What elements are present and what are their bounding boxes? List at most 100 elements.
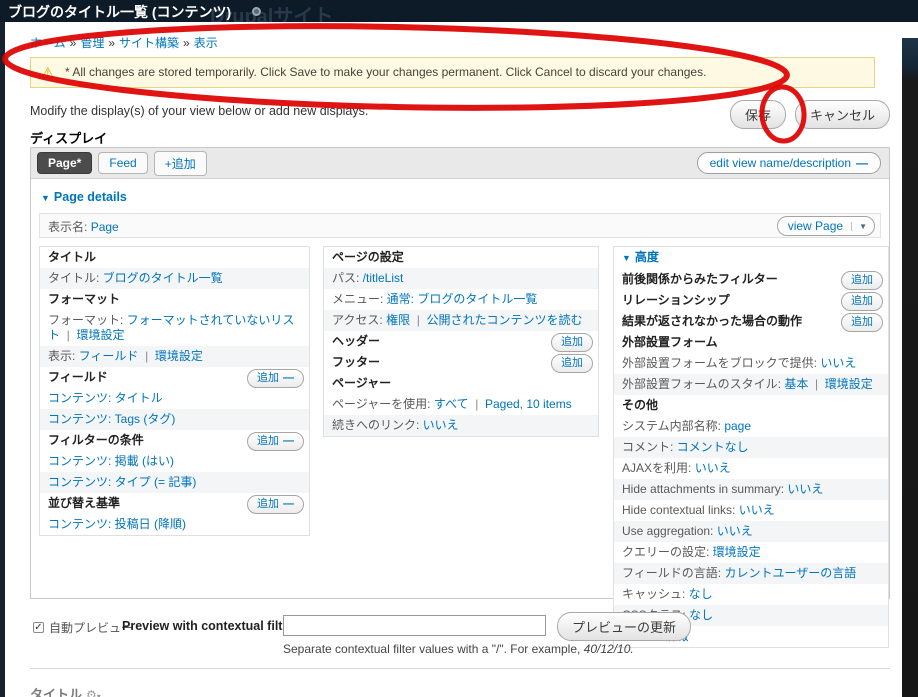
breadcrumb: ホーム»管理»サイト構築»表示 xyxy=(30,34,218,51)
views-row: クエリーの設定: 環境設定 xyxy=(614,542,888,563)
advanced-toggle[interactable]: ▼高度 xyxy=(614,247,888,269)
setting-link[interactable]: いいえ xyxy=(423,418,459,432)
setting-label: コメント: xyxy=(622,440,677,454)
gear-icon[interactable]: ⚙ xyxy=(86,688,97,697)
page-details-toggle[interactable]: ▼Page details xyxy=(41,190,127,204)
setting-label: フォーマット: xyxy=(48,313,127,327)
chevron-down-icon[interactable]: ▼ xyxy=(851,222,874,231)
section-title: 並び替え基準 xyxy=(48,496,120,510)
setting-link[interactable]: コンテンツ: タイトル xyxy=(48,391,163,405)
views-row: 続きへのリンク: いいえ xyxy=(324,415,598,436)
contextual-filters-label: Preview with contextual filters: xyxy=(122,619,305,633)
setting-link[interactable]: 環境設定 xyxy=(155,349,203,363)
setting-label: Hide attachments in summary: xyxy=(622,482,787,496)
section-title: その他 xyxy=(622,398,658,412)
views-row: フィールド 追加— xyxy=(40,367,309,388)
setting-link[interactable]: /titleList xyxy=(363,271,404,285)
setting-link[interactable]: 権限 xyxy=(386,313,410,327)
section-title: フィルターの条件 xyxy=(48,433,144,447)
setting-link[interactable]: カレントユーザーの言語 xyxy=(724,566,856,580)
setting-link[interactable]: いいえ xyxy=(739,503,775,517)
display-name-value-link[interactable]: Page xyxy=(91,220,119,234)
view-page-label: view Page xyxy=(788,219,843,233)
setting-label: メニュー: xyxy=(332,292,387,306)
setting-link[interactable]: なし xyxy=(689,608,713,622)
views-row: 表示: フィールド | 環境設定 xyxy=(40,346,309,367)
add-button[interactable]: 追加— xyxy=(247,495,304,514)
views-row: システム内部名称: page xyxy=(614,416,888,437)
help-example: 40/12/10. xyxy=(584,642,634,656)
add-button[interactable]: 追加 xyxy=(841,271,883,290)
contextual-filters-help: Separate contextual filter values with a… xyxy=(283,642,634,656)
setting-link[interactable]: 公開されたコンテンツを読む xyxy=(427,313,583,327)
setting-link[interactable]: ブログのタイトル一覧 xyxy=(103,271,223,285)
update-preview-button[interactable]: プレビューの更新 xyxy=(557,612,691,641)
setting-link[interactable]: コンテンツ: 掲載 (はい) xyxy=(48,454,174,468)
breadcrumb-link[interactable]: 管理 xyxy=(80,36,104,50)
chevron-down-icon[interactable]: ▾ xyxy=(97,692,101,697)
view-page-button[interactable]: view Page ▼ xyxy=(777,216,875,236)
setting-link[interactable]: いいえ xyxy=(820,356,856,370)
setting-link[interactable]: Paged, 10 items xyxy=(485,397,572,411)
dropdown-dash-icon: — xyxy=(283,372,294,384)
setting-link[interactable]: 環境設定 xyxy=(825,377,873,391)
setting-label: Use aggregation: xyxy=(622,524,717,538)
setting-link[interactable]: コメントなし xyxy=(677,440,749,454)
setting-link[interactable]: 通常: ブログのタイトル一覧 xyxy=(387,292,538,306)
setting-link[interactable]: いいえ xyxy=(787,482,823,496)
add-button[interactable]: 追加 xyxy=(841,313,883,332)
section-title: ページャー xyxy=(332,376,391,390)
setting-link[interactable]: 基本 xyxy=(784,377,808,391)
setting-link[interactable]: コンテンツ: Tags (タグ) xyxy=(48,412,175,426)
dropdown-dash-icon: — xyxy=(856,156,868,170)
help-text: Separate contextual filter values with a… xyxy=(283,642,584,656)
breadcrumb-separator: » xyxy=(108,36,115,50)
cancel-button[interactable]: キャンセル xyxy=(795,100,890,129)
display-tab-feed[interactable]: Feed xyxy=(98,152,147,174)
edit-view-name-button[interactable]: edit view name/description— xyxy=(697,152,881,174)
views-row: Hide contextual links: いいえ xyxy=(614,500,888,521)
setting-link[interactable]: すべて xyxy=(434,397,469,411)
setting-link[interactable]: page xyxy=(724,419,751,433)
contextual-filters-input[interactable] xyxy=(283,615,546,636)
section-title: ページの設定 xyxy=(332,250,404,264)
setting-label: 外部設置フォームをブロックで提供: xyxy=(622,356,820,370)
views-row: AJAXを利用: いいえ xyxy=(614,458,888,479)
setting-link[interactable]: コンテンツ: タイプ (= 記事) xyxy=(48,475,196,489)
breadcrumb-link[interactable]: 表示 xyxy=(194,36,218,50)
setting-link[interactable]: いいえ xyxy=(717,524,753,538)
display-tab-page[interactable]: Page* xyxy=(37,152,92,174)
setting-label: Hide contextual links: xyxy=(622,503,739,517)
breadcrumb-link[interactable]: ホーム xyxy=(30,36,66,50)
section-title: 結果が返されなかった場合の動作 xyxy=(622,314,802,328)
views-row: その他 xyxy=(614,395,888,416)
settings-columns: タイトルタイトル: ブログのタイトル一覧フォーマットフォーマット: フォーマット… xyxy=(31,246,889,598)
setting-link[interactable]: コンテンツ: 投稿日 (降順) xyxy=(48,517,186,531)
add-button[interactable]: 追加— xyxy=(247,432,304,451)
breadcrumb-link[interactable]: サイト構築 xyxy=(119,36,179,50)
setting-link[interactable]: 環境設定 xyxy=(76,328,124,342)
setting-link[interactable]: いいえ xyxy=(695,461,731,475)
setting-label: キャッシュ: xyxy=(622,587,689,601)
section-title: フィールド xyxy=(48,370,108,384)
setting-label: 続きへのリンク: xyxy=(332,418,423,432)
views-row: フォーマット: フォーマットされていないリスト | 環境設定 xyxy=(40,310,309,346)
save-button[interactable]: 保存 xyxy=(730,100,786,129)
setting-link[interactable]: なし xyxy=(689,587,713,601)
auto-preview-checkbox[interactable]: ✓ xyxy=(33,622,44,633)
add-button[interactable]: 追加 xyxy=(841,292,883,311)
setting-link[interactable]: 環境設定 xyxy=(713,545,761,559)
views-row: 前後関係からみたフィルター追加 xyxy=(614,269,888,290)
separator: | xyxy=(410,313,426,327)
views-row: フッター追加 xyxy=(324,352,598,373)
auto-preview-toggle[interactable]: ✓ 自動プレビュー xyxy=(33,619,133,636)
admin-toolbar: Drupalサイト ブログのタイトル一覧 (コンテンツ) xyxy=(0,0,918,22)
contextual-gear-icon[interactable] xyxy=(252,7,261,16)
separator: | xyxy=(469,397,485,411)
add-button[interactable]: 追加 xyxy=(551,333,593,352)
setting-label: パス: xyxy=(332,271,363,285)
setting-link[interactable]: フィールド xyxy=(79,349,139,363)
add-button[interactable]: 追加 xyxy=(551,354,593,373)
display-tab-[interactable]: +追加 xyxy=(154,151,207,176)
add-button[interactable]: 追加— xyxy=(247,369,304,388)
